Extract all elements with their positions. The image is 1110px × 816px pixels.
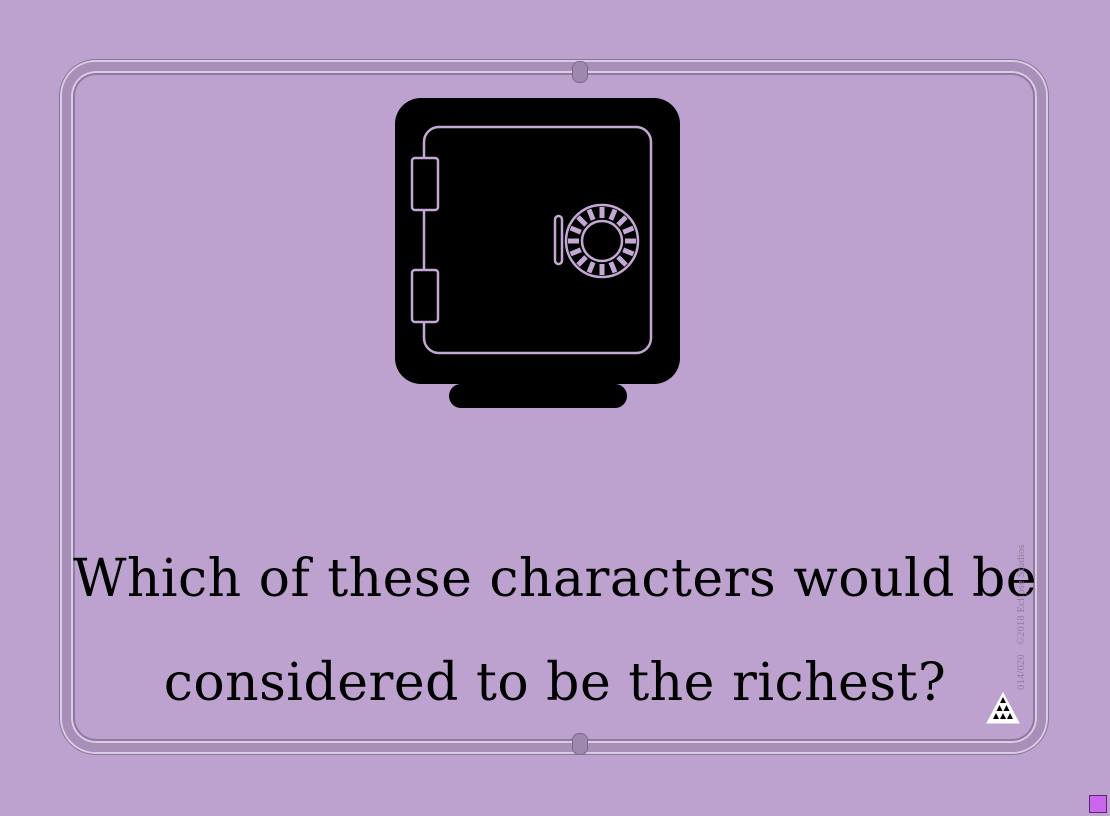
safe-icon — [395, 98, 680, 408]
frame-rivet-bottom — [572, 733, 588, 755]
corner-marker — [1089, 795, 1107, 813]
question-text: Which of these characters would be consi… — [72, 549, 1038, 713]
card-credit: 014/020 ©2018 Eclipse Studios — [1016, 535, 1027, 690]
card-number: 014/020 — [1016, 654, 1027, 690]
copyright-text: ©2018 Eclipse Studios — [1016, 544, 1027, 646]
frame-rivet-top — [572, 61, 588, 83]
triangle-logo-icon — [986, 692, 1020, 724]
